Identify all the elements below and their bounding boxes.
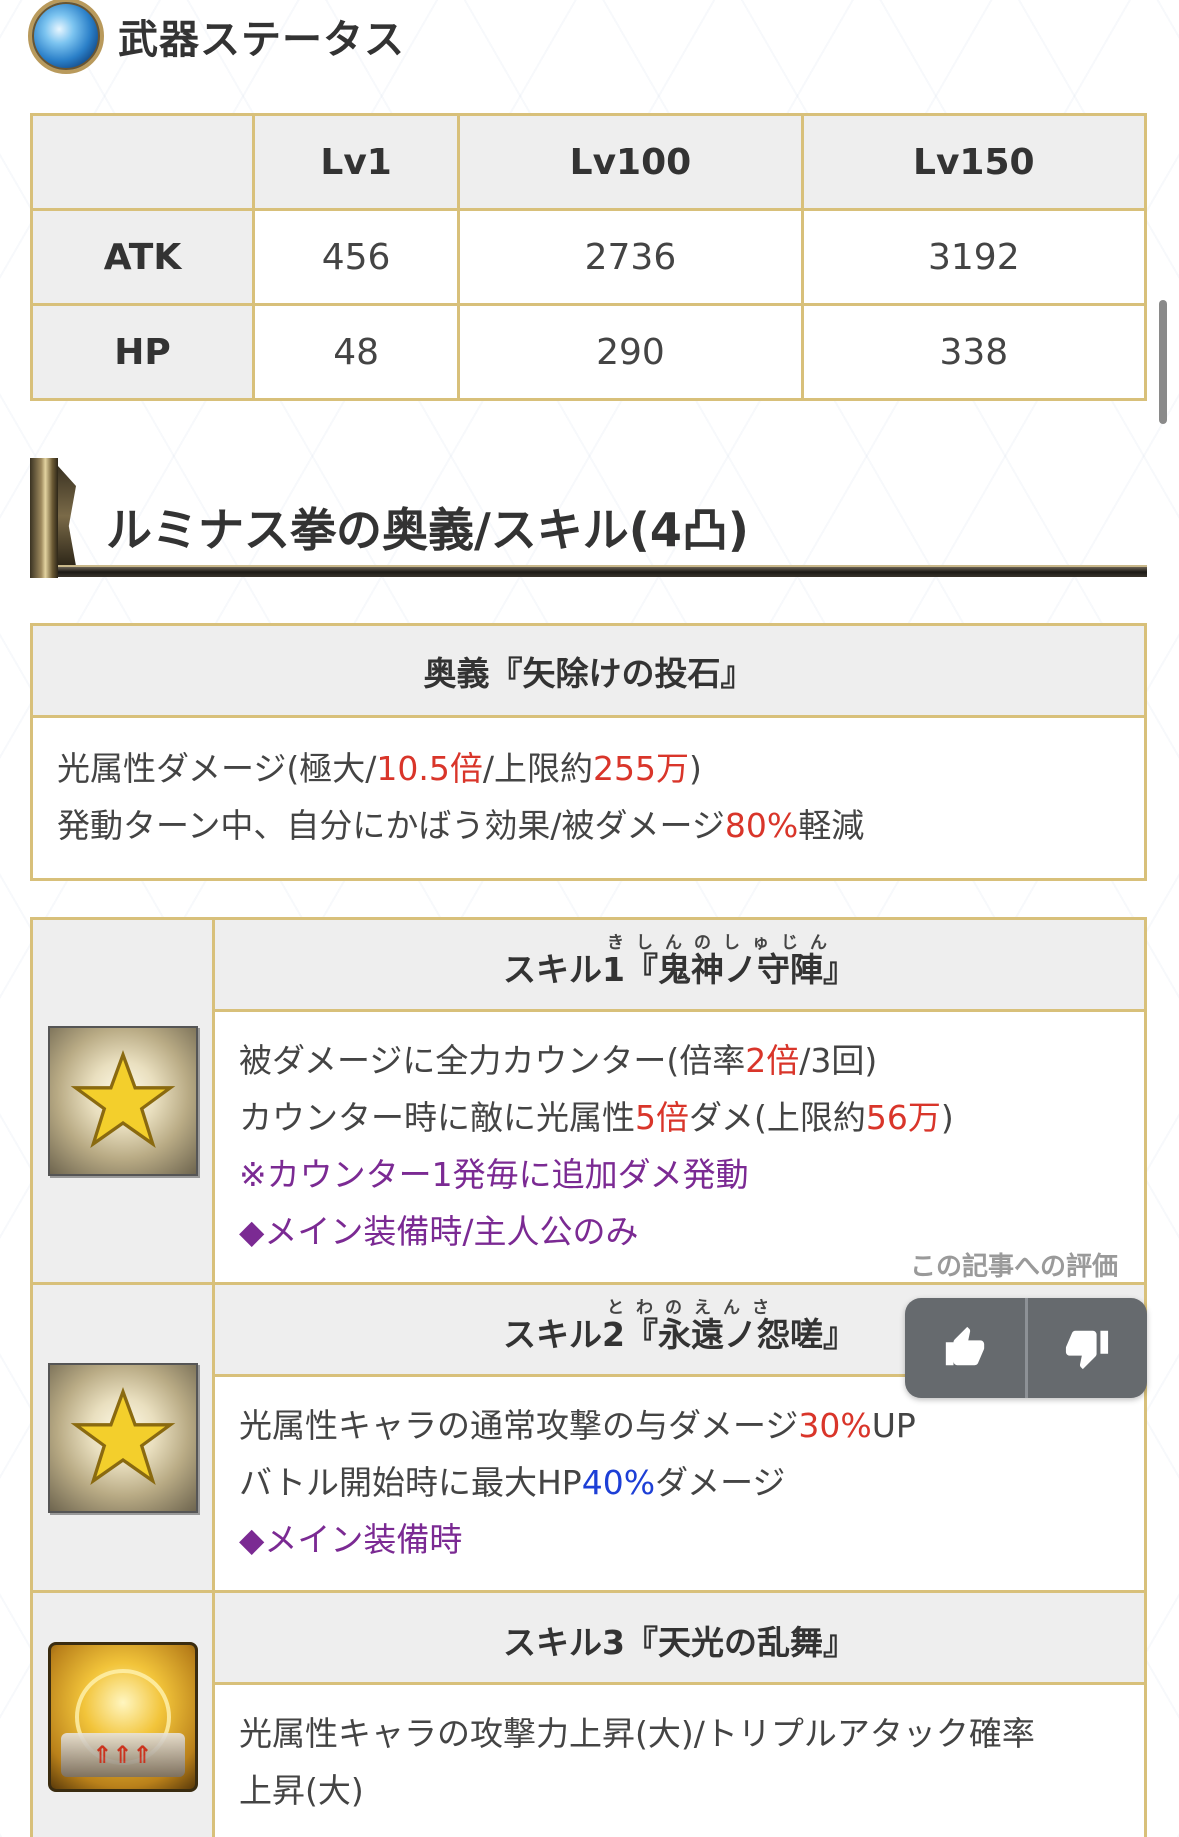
table-row-atk: ATK 456 2736 3192 xyxy=(30,208,1148,306)
ornate-pillar-decoration xyxy=(30,458,58,578)
desc-line: 上昇(大) xyxy=(239,1771,364,1810)
light-orb-icon xyxy=(28,0,104,74)
text: ダメージ xyxy=(655,1463,786,1502)
text: /3回) xyxy=(799,1041,878,1080)
weapon-status-table: Lv1 Lv100 Lv150 ATK 456 2736 3192 HP 48 … xyxy=(30,113,1148,401)
skill-1-description: 被ダメージに全力カウンター(倍率2倍/3回) カウンター時に敵に光属性5倍ダメ(… xyxy=(215,1012,1144,1282)
skill-3-title: スキル3『天光の乱舞』 xyxy=(215,1593,1144,1685)
skill-content: きしんのしゅじん スキル1『 鬼神ノ守陣』 被ダメージに全力カウンター(倍率2倍/… xyxy=(215,920,1144,1282)
desc-line: 被ダメージに全力カウンター(倍率2倍/3回) xyxy=(239,1032,1122,1089)
text: バトル開始時に最大HP xyxy=(239,1463,582,1502)
desc-line: 光属性キャラの通常攻撃の与ダメージ30%UP xyxy=(239,1397,1122,1454)
header-underline-bar xyxy=(58,565,1147,577)
hp-lv150: 338 xyxy=(800,303,1148,401)
star-icon xyxy=(47,1026,198,1176)
value: 5倍 xyxy=(635,1098,689,1137)
ougi-line-1: 光属性ダメージ(極大/10.5倍/上限約255万) xyxy=(57,740,1122,797)
desc-line: 光属性キャラの攻撃力上昇(大)/トリプルアタック確率 xyxy=(239,1714,1035,1753)
text: 光属性ダメージ(極大/ xyxy=(57,749,377,788)
desc-line: カウンター時に敵に光属性5倍ダメ(上限約56万) xyxy=(239,1089,1122,1146)
skill-icon-cell: ⇑⇑⇑ xyxy=(33,1593,215,1837)
blades-decoration: ⇑⇑⇑ xyxy=(60,1733,185,1777)
text: 被ダメージに全力カウンター(倍率 xyxy=(239,1041,746,1080)
text: 軽減 xyxy=(798,806,865,845)
star-icon xyxy=(47,1362,198,1513)
reduction-value: 80% xyxy=(724,806,799,845)
ougi-description: 光属性ダメージ(極大/10.5倍/上限約255万) 発動ターン中、自分にかばう効… xyxy=(33,718,1144,878)
page: 武器ステータス Lv1 Lv100 Lv150 ATK 456 2736 319… xyxy=(0,0,1179,1837)
text: ) xyxy=(940,1098,954,1137)
weapon-status-title: 武器ステータス xyxy=(118,17,405,63)
cap-value: 255万 xyxy=(592,749,689,788)
desc-line: バトル開始時に最大HP40%ダメージ xyxy=(239,1454,1122,1511)
table-row-hp: HP 48 290 338 xyxy=(30,303,1148,401)
skill-3-description: 光属性キャラの攻撃力上昇(大)/トリプルアタック確率 上昇(大) xyxy=(215,1685,1144,1837)
ougi-line-2: 発動ターン中、自分にかばう効果/被ダメージ80%軽減 xyxy=(57,797,1122,854)
dislike-button[interactable] xyxy=(1024,1298,1148,1398)
skill-icon-cell xyxy=(33,920,215,1282)
atk-lv100: 2736 xyxy=(457,208,804,306)
weapon-status-header: 武器ステータス xyxy=(28,0,405,74)
skill-2-description: 光属性キャラの通常攻撃の与ダメージ30%UP バトル開始時に最大HP40%ダメー… xyxy=(215,1377,1144,1590)
skill-content: スキル3『天光の乱舞』 光属性キャラの攻撃力上昇(大)/トリプルアタック確率 上… xyxy=(215,1593,1144,1837)
value: 2倍 xyxy=(745,1041,800,1080)
rating-widget xyxy=(905,1298,1147,1398)
skills-section-header: ルミナス拳の奥義/スキル(4凸) xyxy=(30,458,1147,578)
text: ダメ(上限約 xyxy=(689,1098,866,1137)
text: ) xyxy=(688,749,702,788)
condition-line: ◆メイン装備時 xyxy=(239,1520,463,1559)
skill-row-1: きしんのしゅじん スキル1『 鬼神ノ守陣』 被ダメージに全力カウンター(倍率2倍/… xyxy=(33,920,1144,1285)
row-label-hp: HP xyxy=(30,303,255,401)
skill-1-ruby: きしんのしゅじん xyxy=(607,933,839,953)
skill-icon-cell xyxy=(33,1285,215,1590)
column-header-lv150: Lv150 xyxy=(800,113,1148,211)
text: 光属性キャラの通常攻撃の与ダメージ xyxy=(239,1406,799,1445)
value: 30% xyxy=(798,1406,872,1445)
skill-2-ruby: とわのえんさ xyxy=(607,1298,781,1318)
text: 発動ターン中、自分にかばう効果/被ダメージ xyxy=(57,806,725,845)
skill-row-3: ⇑⇑⇑ スキル3『天光の乱舞』 光属性キャラの攻撃力上昇(大)/トリプルアタック… xyxy=(33,1593,1144,1837)
table-header-row: Lv1 Lv100 Lv150 xyxy=(30,113,1148,211)
table-corner-cell xyxy=(30,113,255,211)
value: 56万 xyxy=(865,1098,941,1137)
thumbs-down-icon xyxy=(1066,1330,1109,1370)
triple-attack-icon: ⇑⇑⇑ xyxy=(47,1642,198,1792)
ougi-box: 奥義『矢除けの投石』 光属性ダメージ(極大/10.5倍/上限約255万) 発動タ… xyxy=(30,623,1147,881)
thumbs-up-icon xyxy=(945,1326,984,1366)
skill-1-title: きしんのしゅじん スキル1『 鬼神ノ守陣』 xyxy=(215,920,1144,1012)
atk-lv150: 3192 xyxy=(800,208,1148,306)
column-header-lv1: Lv1 xyxy=(251,113,461,211)
text: 』 xyxy=(822,1315,856,1354)
atk-lv1: 456 xyxy=(251,208,461,306)
multiplier-value: 10.5倍 xyxy=(376,749,483,788)
ougi-title: 奥義『矢除けの投石』 xyxy=(33,626,1144,718)
like-button[interactable] xyxy=(905,1298,1025,1398)
hp-lv1: 48 xyxy=(251,303,461,401)
text: /上限約 xyxy=(482,749,593,788)
column-header-lv100: Lv100 xyxy=(457,113,804,211)
hp-lv100: 290 xyxy=(457,303,804,401)
text: UP xyxy=(871,1406,916,1445)
text: カウンター時に敵に光属性 xyxy=(239,1098,635,1137)
note-line: ※カウンター1発毎に追加ダメ発動 xyxy=(239,1155,749,1194)
rating-label: この記事への評価 xyxy=(910,1252,1119,1282)
value: 40% xyxy=(581,1463,656,1502)
row-label-atk: ATK xyxy=(30,208,255,306)
scrollbar[interactable] xyxy=(1159,300,1167,424)
skills-section-title: ルミナス拳の奥義/スキル(4凸) xyxy=(106,503,749,557)
